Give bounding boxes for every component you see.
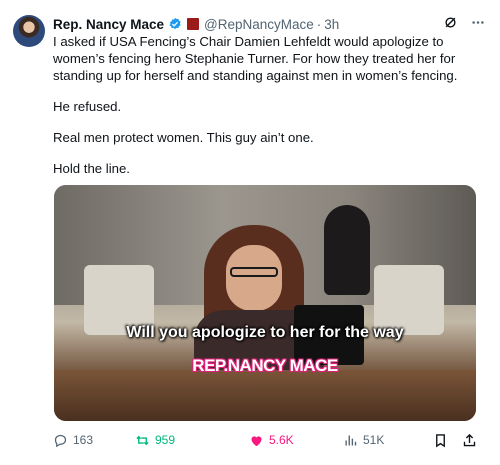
post-time[interactable]: 3h [324,17,339,32]
author-handle[interactable]: @RepNancyMace [204,17,314,32]
more-icon[interactable] [470,15,486,34]
speaker-glasses [230,267,278,277]
desk [54,370,476,421]
like-icon [251,435,262,446]
separator: · [316,16,322,32]
action-bar: 163 959 5.6K 51K [53,430,477,450]
background-person [324,205,370,295]
post-paragraph: Real men protect women. This guy ain’t o… [53,130,314,145]
post-paragraph: He refused. [53,99,122,114]
post-header: Rep. Nancy Mace @RepNancyMace · 3h [53,14,486,34]
reply-icon [54,434,67,447]
video-caption: Will you apologize to her for the way [126,324,404,341]
verified-badge-icon [169,17,181,30]
video-lower-third: REP.NANCY MACE [54,356,476,376]
views-icon [345,435,357,445]
bookmark-icon[interactable] [433,433,448,448]
avatar[interactable] [13,15,45,47]
speaker-face [226,245,282,311]
action-right-group [433,433,477,448]
post-paragraph: I asked if USA Fencing’s Chair Damien Le… [53,34,458,83]
grok-icon[interactable] [443,15,458,34]
reply-count: 163 [73,433,94,447]
repost-count: 959 [155,433,176,447]
flag-icon [187,18,200,30]
share-icon[interactable] [462,433,477,448]
reply-button[interactable]: 163 [53,433,135,448]
post-paragraph: Hold the line. [53,161,130,176]
post-text: I asked if USA Fencing’s Chair Damien Le… [53,33,485,191]
repost-icon [136,435,149,445]
like-count: 5.6K [269,433,294,447]
lower-third-label: REP.NANCY MACE [192,356,338,375]
views-button[interactable]: 51K [343,433,413,448]
view-count: 51K [363,433,385,447]
like-button[interactable]: 5.6K [249,433,343,448]
repost-button[interactable]: 959 [135,433,249,448]
video-player[interactable]: Will you apologize to her for the way RE… [54,185,476,421]
author-name[interactable]: Rep. Nancy Mace [53,17,164,32]
